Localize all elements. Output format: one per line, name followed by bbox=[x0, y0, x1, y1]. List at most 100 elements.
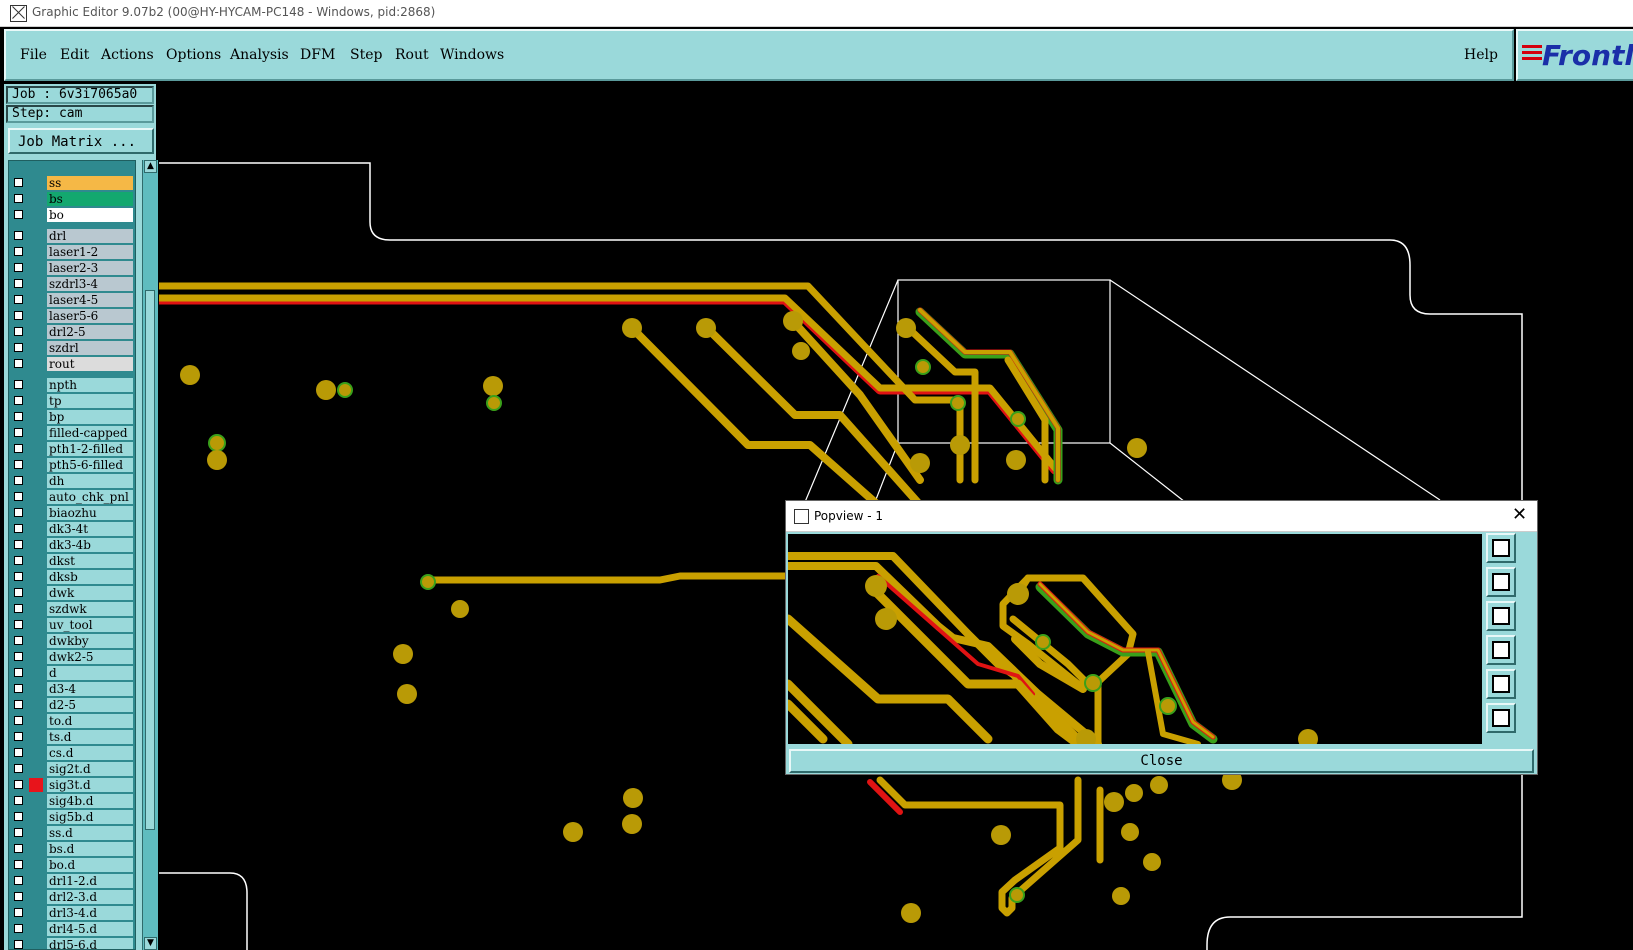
layer-checkbox[interactable] bbox=[14, 231, 23, 240]
layer-checkbox[interactable] bbox=[14, 311, 23, 320]
layer-row[interactable]: laser2-3 bbox=[9, 260, 135, 276]
layer-row[interactable]: dk3-4t bbox=[9, 521, 135, 537]
layer-row[interactable]: bp bbox=[9, 409, 135, 425]
layer-name[interactable]: laser4-5 bbox=[47, 293, 133, 307]
layer-row[interactable]: drl3-4.d bbox=[9, 905, 135, 921]
layer-row[interactable]: bs.d bbox=[9, 841, 135, 857]
layer-name[interactable]: laser2-3 bbox=[47, 261, 133, 275]
layer-row[interactable]: to.d bbox=[9, 713, 135, 729]
layer-checkbox[interactable] bbox=[14, 844, 23, 853]
layer-row[interactable]: dk3-4b bbox=[9, 537, 135, 553]
layer-checkbox[interactable] bbox=[14, 210, 23, 219]
layer-name[interactable]: tp bbox=[47, 394, 133, 408]
menu-step[interactable]: Step bbox=[350, 47, 382, 63]
layer-name[interactable]: d bbox=[47, 666, 133, 680]
layer-row[interactable]: bs bbox=[9, 191, 135, 207]
layer-name[interactable]: drl2-5 bbox=[47, 325, 133, 339]
layer-checkbox[interactable] bbox=[14, 343, 23, 352]
layer-checkbox[interactable] bbox=[14, 194, 23, 203]
layer-checkbox[interactable] bbox=[14, 556, 23, 565]
layer-row[interactable]: dwk bbox=[9, 585, 135, 601]
layer-checkbox[interactable] bbox=[14, 359, 23, 368]
layer-name[interactable]: npth bbox=[47, 378, 133, 392]
zoom-home-button[interactable] bbox=[1486, 533, 1516, 563]
menu-actions[interactable]: Actions bbox=[101, 47, 154, 63]
pan-right-button[interactable] bbox=[1486, 669, 1516, 699]
layer-name[interactable]: dwk2-5 bbox=[47, 650, 133, 664]
layer-checkbox[interactable] bbox=[14, 892, 23, 901]
layer-name[interactable]: szdwk bbox=[47, 602, 133, 616]
layer-name[interactable]: bs bbox=[47, 192, 133, 206]
layer-row[interactable]: bo.d bbox=[9, 857, 135, 873]
layer-checkbox[interactable] bbox=[14, 295, 23, 304]
layer-row[interactable]: dksb bbox=[9, 569, 135, 585]
layer-row[interactable]: sig5b.d bbox=[9, 809, 135, 825]
layer-row[interactable]: drl1-2.d bbox=[9, 873, 135, 889]
layer-name[interactable]: drl5-6.d bbox=[47, 938, 133, 949]
layer-row[interactable]: cs.d bbox=[9, 745, 135, 761]
layer-row[interactable]: bo bbox=[9, 207, 135, 223]
layer-row[interactable]: d3-4 bbox=[9, 681, 135, 697]
menu-analysis[interactable]: Analysis bbox=[230, 47, 289, 63]
layer-name[interactable]: sig2t.d bbox=[47, 762, 133, 776]
layer-row[interactable]: laser1-2 bbox=[9, 244, 135, 260]
layer-checkbox[interactable] bbox=[14, 812, 23, 821]
layer-row[interactable]: szdwk bbox=[9, 601, 135, 617]
layer-checkbox[interactable] bbox=[14, 396, 23, 405]
layer-name[interactable]: bo.d bbox=[47, 858, 133, 872]
layer-row[interactable]: szdrl bbox=[9, 340, 135, 356]
layer-checkbox[interactable] bbox=[14, 732, 23, 741]
layer-name[interactable]: bp bbox=[47, 410, 133, 424]
layer-name[interactable]: sig5b.d bbox=[47, 810, 133, 824]
layer-name[interactable]: auto_chk_pnl bbox=[47, 490, 133, 504]
layer-row[interactable]: tp bbox=[9, 393, 135, 409]
layer-name[interactable]: drl bbox=[47, 229, 133, 243]
layer-row[interactable]: drl bbox=[9, 228, 135, 244]
layer-name[interactable]: dkst bbox=[47, 554, 133, 568]
layer-row[interactable]: laser4-5 bbox=[9, 292, 135, 308]
layer-name[interactable]: drl3-4.d bbox=[47, 906, 133, 920]
layer-checkbox[interactable] bbox=[14, 908, 23, 917]
layer-row[interactable]: pth5-6-filled bbox=[9, 457, 135, 473]
layer-row[interactable]: dkst bbox=[9, 553, 135, 569]
popview-close-icon[interactable]: ✕ bbox=[1512, 504, 1527, 525]
layer-row[interactable]: d2-5 bbox=[9, 697, 135, 713]
job-matrix-button[interactable]: Job Matrix ... bbox=[8, 128, 154, 154]
menu-options[interactable]: Options bbox=[166, 47, 221, 63]
layer-row[interactable]: drl2-5 bbox=[9, 324, 135, 340]
layer-name[interactable]: pth5-6-filled bbox=[47, 458, 133, 472]
layer-row[interactable]: ts.d bbox=[9, 729, 135, 745]
layer-name[interactable]: sig4b.d bbox=[47, 794, 133, 808]
layer-name[interactable]: dh bbox=[47, 474, 133, 488]
menu-dfm[interactable]: DFM bbox=[300, 47, 335, 63]
layer-checkbox[interactable] bbox=[14, 684, 23, 693]
layer-name[interactable]: pth1-2-filled bbox=[47, 442, 133, 456]
layer-name[interactable]: laser5-6 bbox=[47, 309, 133, 323]
layer-name[interactable]: drl4-5.d bbox=[47, 922, 133, 936]
layer-row[interactable]: dh bbox=[9, 473, 135, 489]
scroll-thumb[interactable] bbox=[145, 290, 155, 830]
layer-checkbox[interactable] bbox=[14, 940, 23, 949]
layer-name[interactable]: biaozhu bbox=[47, 506, 133, 520]
layer-row[interactable]: drl4-5.d bbox=[9, 921, 135, 937]
layer-checkbox[interactable] bbox=[14, 700, 23, 709]
layer-name[interactable]: d3-4 bbox=[47, 682, 133, 696]
layer-row[interactable]: dwk2-5 bbox=[9, 649, 135, 665]
layer-name[interactable]: szdrl3-4 bbox=[47, 277, 133, 291]
layer-row[interactable]: npth bbox=[9, 377, 135, 393]
layer-row[interactable]: sig4b.d bbox=[9, 793, 135, 809]
layer-row[interactable]: rout bbox=[9, 356, 135, 372]
layer-checkbox[interactable] bbox=[14, 380, 23, 389]
layer-checkbox[interactable] bbox=[14, 924, 23, 933]
layer-checkbox[interactable] bbox=[14, 428, 23, 437]
layer-row[interactable]: drl5-6.d bbox=[9, 937, 135, 949]
layer-name[interactable]: rout bbox=[47, 357, 133, 371]
layer-name[interactable]: to.d bbox=[47, 714, 133, 728]
layer-row[interactable]: drl2-3.d bbox=[9, 889, 135, 905]
layer-checkbox[interactable] bbox=[14, 279, 23, 288]
layer-row[interactable]: uv_tool bbox=[9, 617, 135, 633]
layer-row[interactable]: biaozhu bbox=[9, 505, 135, 521]
layer-checkbox[interactable] bbox=[14, 716, 23, 725]
layer-row[interactable]: d bbox=[9, 665, 135, 681]
layer-name[interactable]: dksb bbox=[47, 570, 133, 584]
